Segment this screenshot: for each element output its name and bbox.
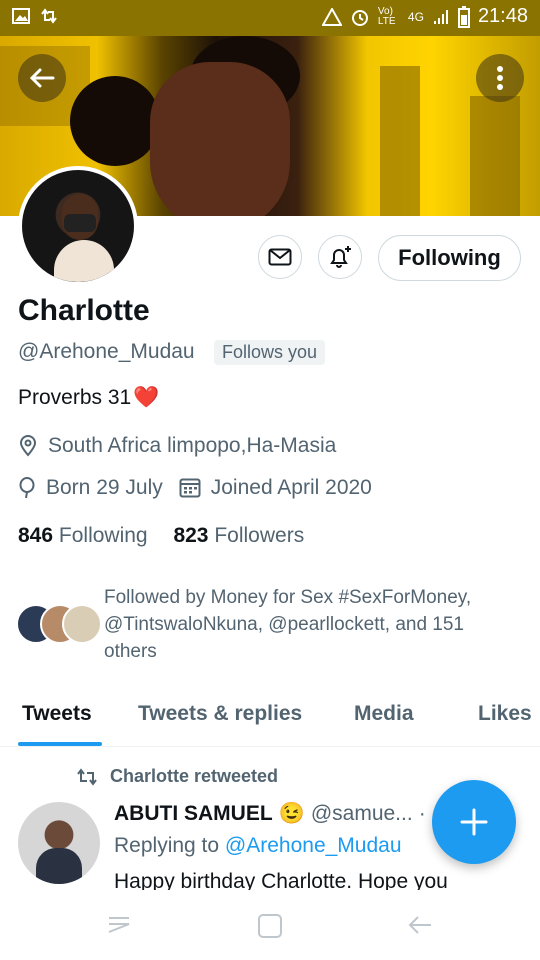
volte-indicator: Vo) LTE: [377, 5, 396, 27]
compose-tweet-button[interactable]: [432, 780, 516, 864]
profile-avatar[interactable]: [18, 166, 138, 286]
warning-icon: [321, 7, 342, 26]
followed-by-text[interactable]: Followed by Money for Sex #SexForMoney, …: [104, 584, 514, 665]
profile-name: Charlotte: [18, 294, 150, 327]
bell-plus-icon: [330, 246, 351, 268]
followers-label: Followers: [214, 524, 305, 547]
followed-by-avatars[interactable]: [16, 604, 102, 644]
balloon-icon: [19, 477, 35, 499]
following-count: 846: [18, 524, 54, 547]
more-icon: [497, 66, 503, 90]
heart-emoji: ❤️: [133, 386, 160, 409]
compose-plus-icon: [460, 808, 488, 836]
back-arrow-icon: [29, 68, 55, 88]
clock: 21:48: [477, 5, 528, 27]
gallery-icon: [12, 8, 30, 24]
calendar-icon: [179, 478, 201, 498]
location-text: South Africa limpopo,Ha-Masia: [48, 434, 337, 457]
tweet-dot: ·: [418, 802, 426, 825]
mail-icon: [268, 248, 292, 266]
tweet-author-emoji: 😉: [278, 802, 305, 825]
follow-counts: 846 Following 823 Followers: [18, 524, 304, 548]
back-button[interactable]: [18, 54, 66, 102]
born-text: Born 29 July: [46, 476, 163, 499]
message-button[interactable]: [258, 235, 302, 279]
network-type: 4G: [407, 9, 424, 24]
status-bar: Vo) LTE 4G 21:48: [0, 0, 540, 36]
retweet-icon: [77, 767, 97, 786]
following-label: Following: [58, 524, 148, 547]
home-icon[interactable]: [256, 912, 284, 940]
replying-to: Replying to @Arehone_Mudau: [114, 834, 402, 858]
active-tab-indicator: [18, 742, 102, 746]
tweet-text[interactable]: Happy birthday Charlotte. Hope you: [114, 870, 448, 890]
tweet-author-name[interactable]: ABUTI SAMUEL: [114, 802, 273, 826]
location-icon: [19, 435, 37, 457]
tab-likes[interactable]: Likes: [478, 702, 532, 726]
tweet-author-handle[interactable]: @samue...: [311, 802, 413, 826]
back-icon[interactable]: [406, 912, 434, 938]
avatar: [62, 604, 102, 644]
alarm-icon: [351, 9, 368, 26]
tab-media[interactable]: Media: [354, 702, 414, 726]
following-button[interactable]: Following: [378, 235, 521, 281]
bio-text: Proverbs 31: [18, 386, 132, 409]
retweet-label: Charlotte retweeted: [110, 766, 279, 786]
notifications-button[interactable]: [318, 235, 362, 279]
followers-count-link[interactable]: 823 Followers: [173, 524, 304, 547]
profile-tabs: Tweets Tweets & replies Media Likes: [0, 690, 540, 747]
followers-count: 823: [173, 524, 209, 547]
replying-prefix: Replying to: [114, 834, 220, 857]
more-options-button[interactable]: [476, 54, 524, 102]
battery-icon: [457, 5, 470, 28]
sync-icon: [41, 8, 57, 24]
dates-row: Born 29 July Joined April 2020: [18, 476, 372, 500]
profile-handle: @Arehone_Mudau: [18, 340, 195, 363]
tweet-header: ABUTI SAMUEL 😉 @samue... ·: [114, 802, 426, 826]
retweet-context: Charlotte retweeted: [76, 766, 278, 787]
tab-tweets[interactable]: Tweets: [22, 702, 92, 726]
signal-icon: [433, 9, 448, 24]
system-nav-bar: [0, 892, 540, 960]
replying-to-link[interactable]: @Arehone_Mudau: [225, 834, 402, 857]
following-count-link[interactable]: 846 Following: [18, 524, 148, 547]
follows-you-badge: Follows you: [214, 340, 326, 365]
joined-text: Joined April 2020: [210, 476, 372, 499]
location-row: South Africa limpopo,Ha-Masia: [18, 434, 336, 458]
profile-bio: Proverbs 31 ❤️: [18, 386, 159, 410]
recents-icon[interactable]: [105, 912, 133, 938]
tab-tweets-replies[interactable]: Tweets & replies: [138, 702, 302, 726]
tweet-author-avatar[interactable]: [18, 802, 100, 884]
